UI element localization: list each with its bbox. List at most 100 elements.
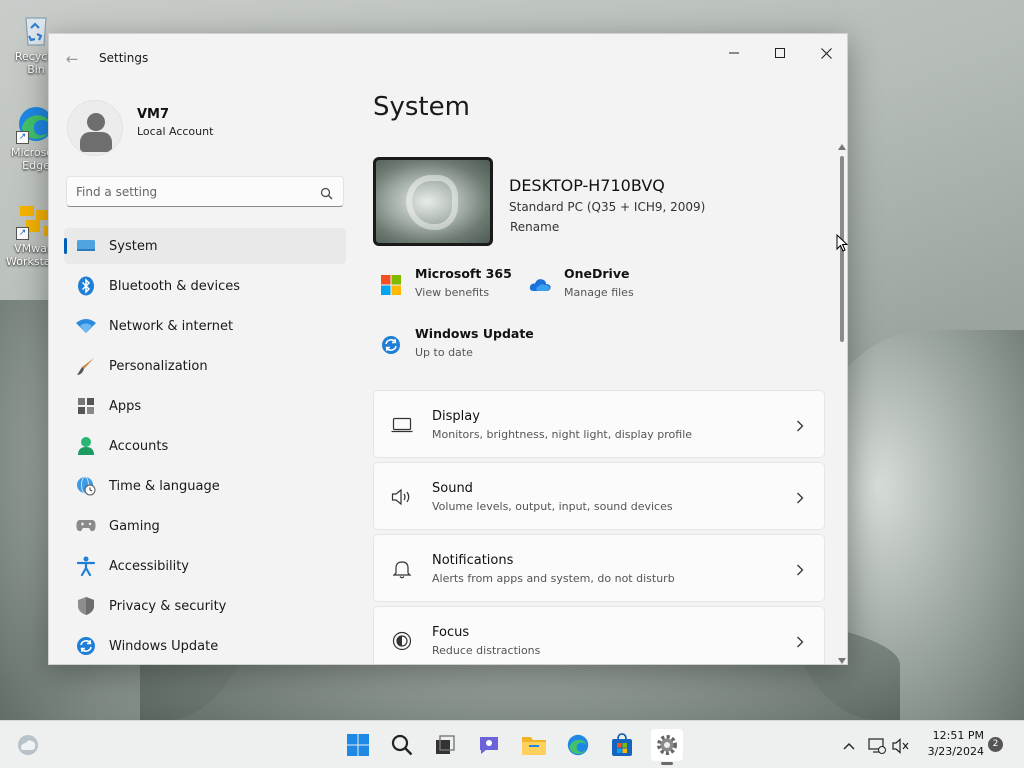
shield-icon bbox=[74, 594, 98, 618]
chat-icon bbox=[480, 737, 498, 754]
settings-button[interactable] bbox=[651, 729, 683, 765]
sidebar-item-bluetooth[interactable]: Bluetooth & devices bbox=[64, 268, 346, 304]
globe-clock-icon bbox=[74, 474, 98, 498]
show-hidden-icons-button[interactable] bbox=[838, 735, 860, 757]
volume-status-button[interactable] bbox=[890, 735, 912, 757]
rename-link[interactable]: Rename bbox=[510, 220, 559, 234]
sidebar-item-label: Gaming bbox=[109, 518, 160, 534]
account-name: VM7 bbox=[137, 107, 170, 122]
task-view-button[interactable] bbox=[429, 729, 461, 761]
sidebar-item-privacy[interactable]: Privacy & security bbox=[64, 588, 346, 624]
shortcut-arrow-icon: ↗ bbox=[16, 131, 29, 144]
sidebar-item-accounts[interactable]: Accounts bbox=[64, 428, 346, 464]
chevron-right-icon bbox=[796, 561, 804, 580]
settings-card-notifications[interactable]: Notifications Alerts from apps and syste… bbox=[373, 534, 825, 602]
widgets-button[interactable] bbox=[12, 729, 44, 761]
speaker-icon bbox=[390, 485, 414, 509]
window-title: Settings bbox=[99, 51, 149, 65]
close-button[interactable] bbox=[803, 38, 847, 68]
device-model: Standard PC (Q35 + ICH9, 2009) bbox=[509, 200, 706, 214]
sidebar-item-system[interactable]: System bbox=[64, 228, 346, 264]
notification-badge[interactable]: 2 bbox=[988, 737, 1003, 752]
sidebar-item-windows-update[interactable]: Windows Update bbox=[64, 628, 346, 664]
card-subtitle: Reduce distractions bbox=[432, 644, 541, 657]
edge-button[interactable] bbox=[562, 729, 594, 761]
scroll-down-icon[interactable] bbox=[838, 658, 846, 664]
file-explorer-button[interactable] bbox=[518, 729, 550, 761]
taskbar: 12:51 PM 3/23/2024 2 bbox=[0, 720, 1024, 768]
sidebar-nav: System Bluetooth & devices Network & int… bbox=[64, 228, 346, 664]
sidebar-item-label: Network & internet bbox=[109, 318, 234, 334]
minimize-button[interactable] bbox=[711, 38, 757, 68]
clock-date: 3/23/2024 bbox=[927, 745, 984, 758]
chevron-right-icon bbox=[796, 489, 804, 508]
back-button[interactable]: ← bbox=[61, 48, 83, 70]
quick-link-onedrive[interactable]: OneDrive Manage files bbox=[528, 266, 634, 299]
file-explorer-icon bbox=[522, 737, 546, 755]
sidebar-item-label: Time & language bbox=[109, 478, 220, 494]
sidebar-item-accessibility[interactable]: Accessibility bbox=[64, 548, 346, 584]
bluetooth-icon bbox=[74, 274, 98, 298]
selection-indicator bbox=[64, 238, 67, 254]
device-name: DESKTOP-H710BVQ bbox=[509, 176, 665, 195]
display-icon bbox=[390, 413, 414, 437]
quick-link-microsoft-365[interactable]: Microsoft 365 View benefits bbox=[379, 266, 512, 299]
settings-card-focus[interactable]: Focus Reduce distractions bbox=[373, 606, 825, 664]
volume-muted-icon bbox=[892, 738, 909, 754]
card-title: Sound bbox=[432, 481, 473, 496]
network-status-button[interactable] bbox=[866, 735, 888, 757]
mouse-cursor-icon bbox=[836, 233, 849, 256]
settings-card-sound[interactable]: Sound Volume levels, output, input, soun… bbox=[373, 462, 825, 530]
search-icon bbox=[391, 734, 413, 756]
sidebar-item-apps[interactable]: Apps bbox=[64, 388, 346, 424]
settings-card-display[interactable]: Display Monitors, brightness, night ligh… bbox=[373, 390, 825, 458]
quick-link-title: Windows Update bbox=[415, 326, 534, 341]
search-input[interactable] bbox=[76, 183, 306, 201]
quick-link-title: OneDrive bbox=[564, 266, 630, 281]
store-icon bbox=[612, 733, 632, 756]
card-title: Notifications bbox=[432, 553, 514, 568]
sidebar-item-label: Accounts bbox=[109, 438, 169, 454]
start-button[interactable] bbox=[342, 729, 374, 761]
page-title: System bbox=[373, 92, 470, 122]
avatar[interactable] bbox=[67, 100, 123, 156]
scroll-up-icon[interactable] bbox=[838, 144, 846, 150]
microsoft-365-icon bbox=[379, 273, 403, 297]
quick-link-windows-update[interactable]: Windows Update Up to date bbox=[379, 326, 534, 359]
gamepad-icon bbox=[74, 514, 98, 538]
settings-window: ← Settings VM7 Local Account System bbox=[48, 33, 848, 665]
sidebar-item-gaming[interactable]: Gaming bbox=[64, 508, 346, 544]
store-button[interactable] bbox=[606, 729, 638, 761]
accessibility-icon bbox=[74, 554, 98, 578]
content-scrollbar[interactable] bbox=[837, 142, 847, 664]
search-icon[interactable] bbox=[320, 185, 333, 204]
quick-link-subtitle: Manage files bbox=[564, 286, 634, 299]
brush-icon bbox=[74, 354, 98, 378]
card-subtitle: Volume levels, output, input, sound devi… bbox=[432, 500, 673, 513]
sidebar-item-label: Apps bbox=[109, 398, 142, 414]
maximize-button[interactable] bbox=[757, 38, 803, 68]
edge-icon bbox=[567, 734, 589, 756]
start-icon bbox=[347, 734, 369, 756]
onedrive-icon bbox=[528, 273, 552, 297]
sidebar-item-label: Personalization bbox=[109, 358, 208, 374]
search-box[interactable] bbox=[66, 176, 344, 207]
sidebar-item-personalization[interactable]: Personalization bbox=[64, 348, 346, 384]
network-icon bbox=[868, 738, 886, 754]
sidebar-item-label: System bbox=[109, 238, 158, 254]
quick-link-subtitle: Up to date bbox=[415, 346, 473, 359]
monitor-icon bbox=[74, 234, 98, 258]
chat-button[interactable] bbox=[473, 729, 505, 761]
chevron-up-icon bbox=[843, 743, 855, 750]
bell-icon bbox=[390, 557, 414, 581]
account-type: Local Account bbox=[137, 125, 214, 138]
taskbar-search-button[interactable] bbox=[386, 729, 418, 761]
minimize-icon bbox=[729, 52, 739, 54]
update-icon bbox=[74, 634, 98, 658]
sidebar-item-network[interactable]: Network & internet bbox=[64, 308, 346, 344]
arrow-left-icon: ← bbox=[65, 50, 79, 68]
taskbar-clock[interactable]: 12:51 PM 3/23/2024 bbox=[914, 728, 984, 760]
sidebar-item-time-language[interactable]: Time & language bbox=[64, 468, 346, 504]
task-view-icon bbox=[436, 735, 455, 754]
card-subtitle: Alerts from apps and system, do not dist… bbox=[432, 572, 675, 585]
